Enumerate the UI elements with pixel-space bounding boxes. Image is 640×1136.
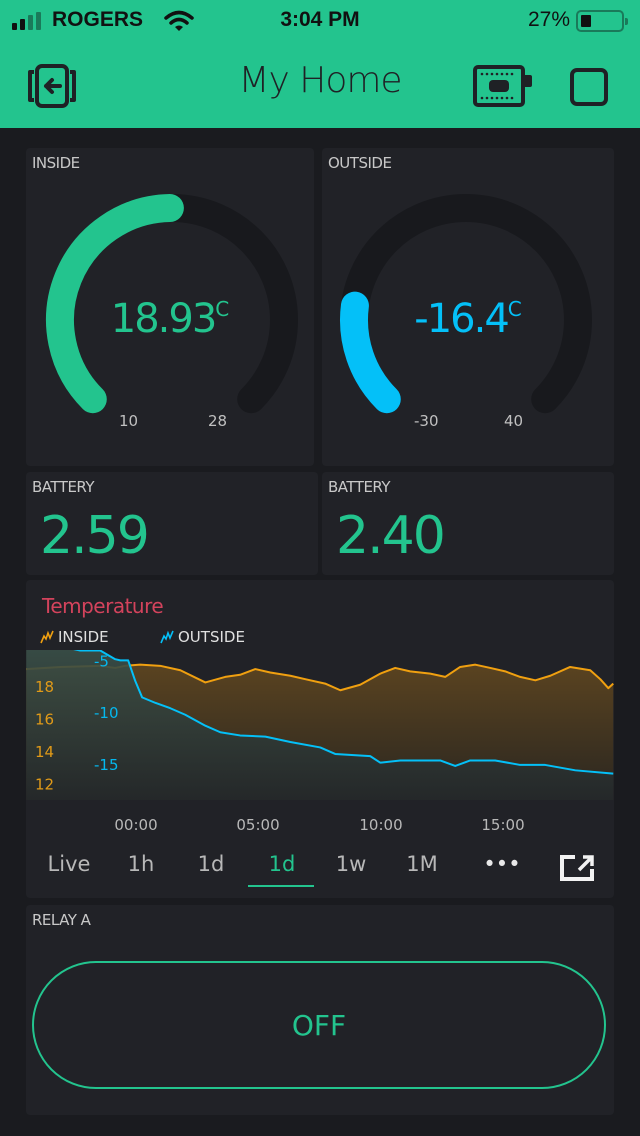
- stop-square-icon[interactable]: [569, 67, 609, 111]
- gauge-max: 40: [504, 412, 524, 430]
- gauge-min: 10: [119, 412, 139, 430]
- relay-widget: RELAY A OFF: [26, 905, 614, 1115]
- y-tick-label-inside: 14: [35, 743, 54, 761]
- range-1w[interactable]: 1w: [336, 852, 367, 876]
- battery-percent: 27%: [527, 8, 570, 31]
- temperature-chart-widget: Temperature INSIDE OUTSIDE 18 16 14 12 -5 -10…: [26, 580, 614, 898]
- status-bar: ROGERS 3:04 PM 27%: [0, 0, 640, 40]
- battery-icon: [576, 10, 628, 32]
- y-tick-label-outside: -10: [94, 704, 119, 722]
- x-tick-label: 10:00: [359, 816, 403, 834]
- top-bar: ROGERS 3:04 PM 27% My Home: [0, 0, 640, 128]
- battery-widget-1[interactable]: BATTERY 2.59: [26, 472, 318, 575]
- range-1h[interactable]: 1h: [128, 852, 155, 876]
- legend-label: INSIDE: [58, 628, 109, 646]
- legend-item-outside[interactable]: OUTSIDE: [160, 628, 245, 646]
- battery-label: BATTERY: [32, 478, 95, 496]
- x-tick-label: 00:00: [114, 816, 158, 834]
- x-tick-label: 15:00: [481, 816, 525, 834]
- y-tick-label-outside: -15: [94, 756, 119, 774]
- gauge-min: -30: [414, 412, 439, 430]
- active-range-indicator: [248, 885, 314, 887]
- relay-toggle-button[interactable]: OFF: [32, 961, 606, 1089]
- battery-widget-2[interactable]: BATTERY 2.40: [322, 472, 614, 575]
- page-title: My Home: [238, 60, 402, 101]
- device-board-icon[interactable]: [472, 64, 534, 112]
- range-live[interactable]: Live: [48, 852, 91, 876]
- range-1d-active[interactable]: 1d: [269, 852, 296, 876]
- gauge-value: 18.93C: [110, 296, 230, 342]
- series-line-icon: [40, 630, 54, 644]
- y-tick-label-outside: -5: [94, 652, 109, 670]
- gauge-value: -16.4C: [414, 296, 522, 342]
- series-line-icon: [160, 630, 174, 644]
- more-options-button[interactable]: •••: [483, 852, 520, 876]
- relay-label: RELAY A: [32, 911, 91, 929]
- gauge-widget-inside[interactable]: INSIDE 18.93C 10 28: [26, 148, 314, 466]
- battery-label: BATTERY: [328, 478, 391, 496]
- legend-item-inside[interactable]: INSIDE: [40, 628, 109, 646]
- chart-plot[interactable]: 18 16 14 12 -5 -10 -15: [26, 650, 614, 880]
- gauge-widget-outside[interactable]: OUTSIDE -16.4C -30 40: [322, 148, 614, 466]
- y-tick-label-inside: 16: [35, 710, 54, 728]
- y-tick-label-inside: 12: [35, 776, 54, 794]
- range-1m[interactable]: 1M: [406, 852, 437, 876]
- legend-label: OUTSIDE: [178, 628, 245, 646]
- chart-title: Temperature: [42, 594, 164, 618]
- gauge-max: 28: [208, 412, 228, 430]
- range-1d[interactable]: 1d: [198, 852, 225, 876]
- battery-value: 2.40: [336, 506, 446, 566]
- x-tick-label: 05:00: [236, 816, 280, 834]
- battery-value: 2.59: [40, 506, 150, 566]
- y-tick-label-inside: 18: [35, 678, 54, 696]
- fullscreen-export-icon[interactable]: [559, 854, 595, 886]
